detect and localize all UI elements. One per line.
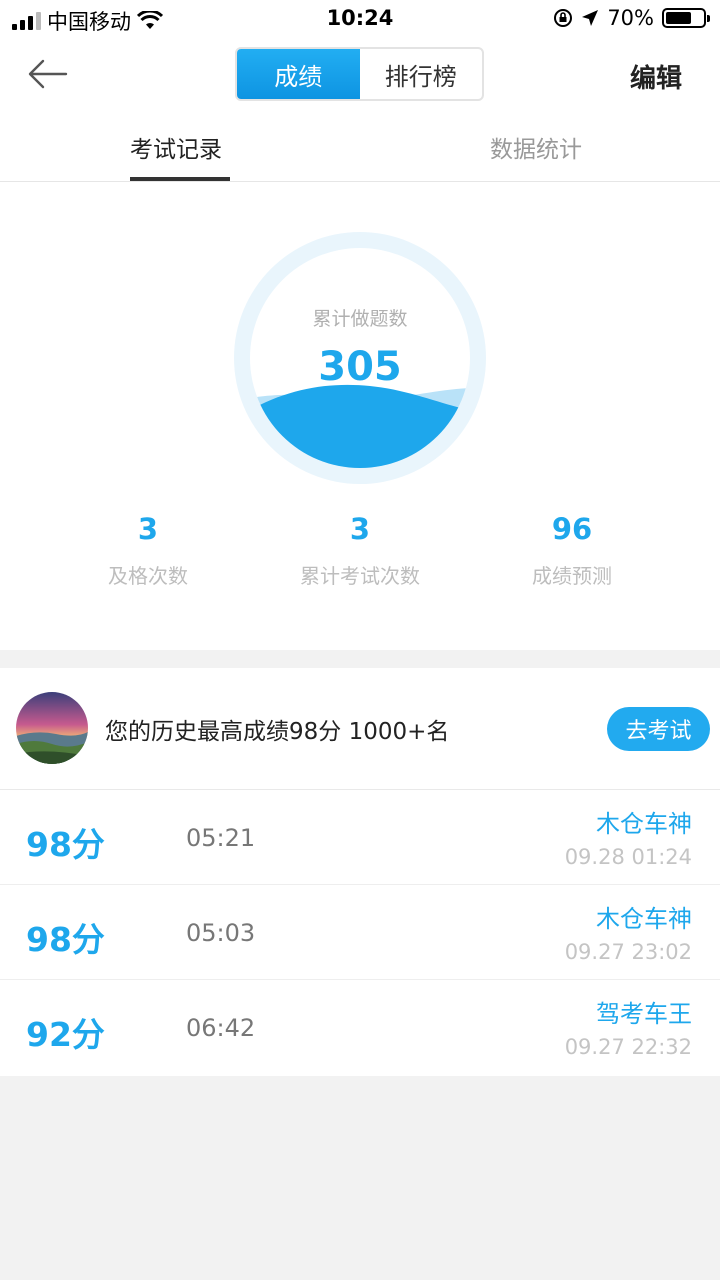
record-title: 木仓车神 (596, 905, 692, 933)
record-duration: 06:42 (186, 1014, 256, 1042)
record-duration: 05:21 (186, 824, 256, 852)
gauge-label: 累计做题数 (312, 308, 408, 330)
battery-level (666, 12, 692, 24)
segment-ranking[interactable]: 排行榜 (360, 49, 483, 99)
stat-label: 累计考试次数 (300, 564, 420, 588)
best-score-text: 您的历史最高成绩98分 1000+名 (105, 719, 450, 745)
back-button[interactable] (26, 54, 70, 94)
stat-label: 及格次数 (108, 564, 188, 588)
battery-icon (662, 8, 710, 28)
segmented-control: 成绩 排行榜 (235, 47, 484, 101)
record-score: 98分 (26, 920, 105, 959)
gauge-value: 305 (318, 344, 402, 390)
stat-value: 3 (137, 512, 159, 546)
battery-percent: 70% (607, 6, 654, 30)
stats-panel: 累计做题数 305 3 及格次数 3 累计考试次数 96 成绩预测 (0, 182, 720, 650)
stat-pass-count: 3 及格次数 (48, 512, 248, 589)
edit-button[interactable]: 编辑 (630, 58, 682, 95)
stat-exam-count: 3 累计考试次数 (260, 512, 460, 589)
list-item[interactable]: 98分 05:21 木仓车神 09.28 01:24 (0, 790, 720, 885)
stat-value: 96 (551, 512, 593, 546)
nav-bar: 成绩 排行榜 编辑 (0, 36, 720, 114)
avatar-image (16, 692, 88, 764)
take-exam-button[interactable]: 去考试 (607, 707, 710, 751)
record-score: 98分 (26, 825, 105, 864)
stat-label: 成绩预测 (532, 564, 612, 588)
status-bar: 中国移动 10:24 70% (0, 0, 720, 36)
best-score-banner: 您的历史最高成绩98分 1000+名 去考试 (0, 668, 720, 790)
avatar[interactable] (16, 692, 88, 764)
record-title: 驾考车王 (596, 1000, 692, 1028)
record-title: 木仓车神 (596, 810, 692, 838)
arrow-left-icon (28, 59, 68, 89)
tab-exam-records[interactable]: 考试记录 (130, 130, 222, 164)
gauge-inner: 累计做题数 305 (250, 248, 470, 468)
record-score: 92分 (26, 1015, 105, 1054)
status-left: 中国移动 (12, 6, 163, 36)
location-arrow-icon (582, 10, 599, 26)
wifi-icon (137, 11, 163, 29)
stat-value: 3 (349, 512, 371, 546)
active-tab-indicator (130, 177, 230, 181)
carrier-name: 中国移动 (47, 10, 131, 34)
record-date: 09.27 23:02 (564, 940, 692, 964)
tab-data-statistics[interactable]: 数据统计 (490, 130, 582, 164)
record-date: 09.28 01:24 (564, 845, 692, 869)
orientation-lock-icon (554, 9, 573, 27)
status-right: 70% (553, 6, 710, 30)
question-count-gauge: 累计做题数 305 (234, 232, 486, 484)
stat-score-prediction: 96 成绩预测 (472, 512, 672, 589)
list-item[interactable]: 98分 05:03 木仓车神 09.27 23:02 (0, 885, 720, 980)
exam-records-list: 98分 05:21 木仓车神 09.28 01:24 98分 05:03 木仓车… (0, 790, 720, 1076)
segment-score[interactable]: 成绩 (237, 49, 360, 99)
app-screen: 中国移动 10:24 70% 成绩 排行榜 编辑 考试记录 数据统计 累计做题数… (0, 0, 720, 1280)
sub-tabs: 考试记录 数据统计 (0, 114, 720, 182)
record-duration: 05:03 (186, 919, 256, 947)
list-item[interactable]: 92分 06:42 驾考车王 09.27 22:32 (0, 980, 720, 1076)
record-date: 09.27 22:32 (564, 1035, 692, 1059)
signal-icon (12, 12, 41, 30)
